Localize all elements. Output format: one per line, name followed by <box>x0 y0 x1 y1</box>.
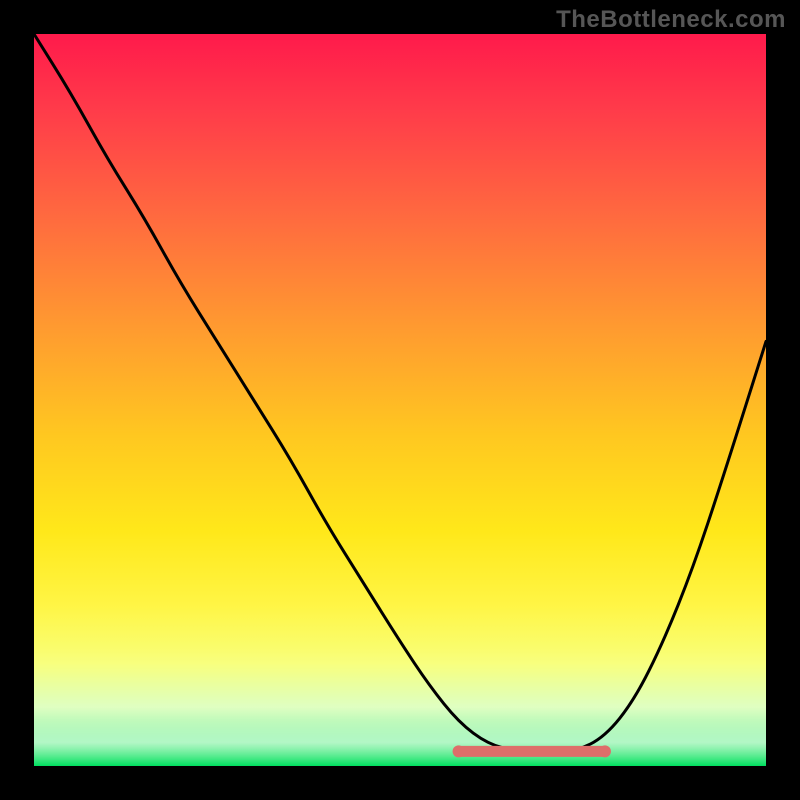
bottleneck-curve <box>34 34 766 751</box>
optimal-zone-end-dot <box>599 745 611 757</box>
plot-area <box>34 34 766 766</box>
optimal-zone-start-dot <box>453 745 465 757</box>
chart-frame: TheBottleneck.com <box>0 0 800 800</box>
watermark-text: TheBottleneck.com <box>556 6 786 34</box>
plot-svg <box>34 34 766 766</box>
